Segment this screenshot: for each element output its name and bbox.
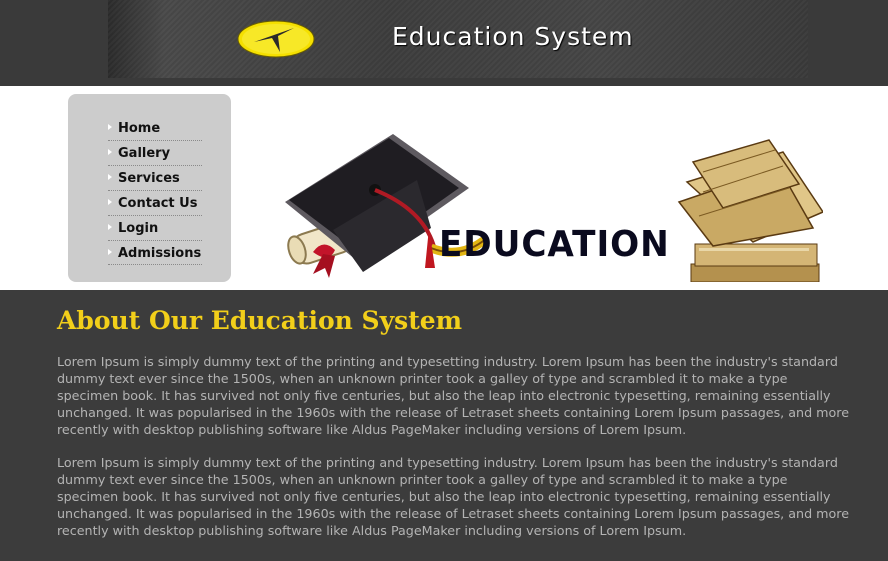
nav-item-label: Home xyxy=(118,121,161,136)
site-title: Education System xyxy=(392,22,634,51)
nav-menu: Home Gallery Services Contact Us Login A… xyxy=(108,116,202,265)
body-paragraph: Lorem Ipsum is simply dummy text of the … xyxy=(57,455,850,538)
header-banner: Education System xyxy=(108,0,808,78)
triangle-bullet-icon xyxy=(108,124,112,130)
nav-item-gallery[interactable]: Gallery xyxy=(108,141,202,166)
triangle-bullet-icon xyxy=(108,249,112,255)
main-content: About Our Education System Lorem Ipsum i… xyxy=(57,306,852,555)
triangle-bullet-icon xyxy=(108,174,112,180)
nav-panel: Home Gallery Services Contact Us Login A… xyxy=(68,94,231,282)
nav-item-label: Admissions xyxy=(118,246,202,261)
yellow-oval-logo[interactable] xyxy=(236,18,316,60)
hero-image: EDUCATION xyxy=(283,132,823,282)
nav-item-label: Contact Us xyxy=(118,196,198,211)
hero-strip: Home Gallery Services Contact Us Login A… xyxy=(0,86,888,290)
hero-word: EDUCATION xyxy=(439,224,670,265)
triangle-bullet-icon xyxy=(108,224,112,230)
page-title: About Our Education System xyxy=(57,306,463,335)
nav-item-label: Services xyxy=(118,171,180,186)
nav-item-admissions[interactable]: Admissions xyxy=(108,241,202,265)
triangle-bullet-icon xyxy=(108,199,112,205)
nav-item-home[interactable]: Home xyxy=(108,116,202,141)
nav-item-login[interactable]: Login xyxy=(108,216,202,241)
nav-item-label: Gallery xyxy=(118,146,171,161)
triangle-bullet-icon xyxy=(108,149,112,155)
body-paragraph: Lorem Ipsum is simply dummy text of the … xyxy=(57,354,850,437)
nav-item-contact-us[interactable]: Contact Us xyxy=(108,191,202,216)
nav-item-services[interactable]: Services xyxy=(108,166,202,191)
book-stack-icon xyxy=(677,139,823,282)
nav-item-label: Login xyxy=(118,221,159,236)
header: Education System xyxy=(0,0,888,86)
